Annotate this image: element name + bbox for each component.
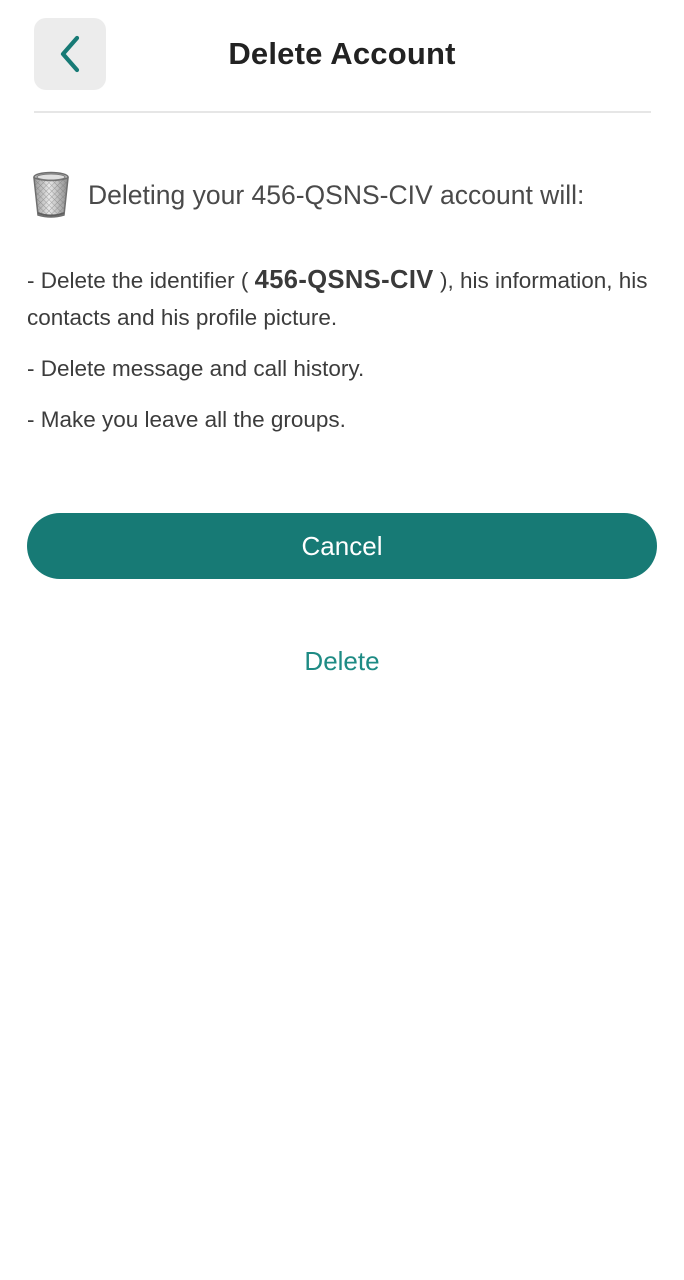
trash-can-icon (33, 171, 69, 218)
delete-button[interactable]: Delete (242, 638, 442, 684)
intro-text: Deleting your 456-QSNS-CIV account will: (88, 179, 585, 210)
delete-account-screen: Delete Account Deleting your 456-QSNS-CI… (0, 0, 684, 1280)
consequence-list: - Delete the identifier ( 456-QSNS-CIV )… (27, 262, 657, 452)
consequence-item-identifier: - Delete the identifier ( 456-QSNS-CIV )… (27, 262, 657, 336)
header-divider (34, 111, 651, 113)
consequence-text: - Delete the identifier ( (27, 268, 255, 293)
consequence-item-groups: - Make you leave all the groups. (27, 407, 346, 432)
consequence-item-history: - Delete message and call history. (27, 356, 365, 381)
header: Delete Account (0, 0, 684, 113)
page-title: Delete Account (228, 36, 456, 71)
identifier-value: 456-QSNS-CIV (254, 266, 434, 294)
intro-row: Deleting your 456-QSNS-CIV account will: (32, 170, 584, 220)
cancel-button[interactable]: Cancel (27, 513, 657, 579)
